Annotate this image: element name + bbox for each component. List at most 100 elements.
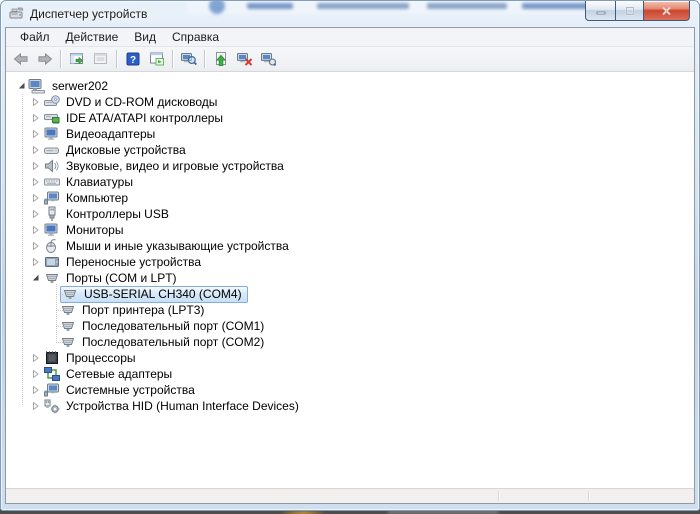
action-pane-icon: [149, 51, 165, 67]
tree-item-label: Последовательный порт (COM2): [82, 335, 265, 349]
expander-collapsed-icon[interactable]: [32, 354, 40, 362]
tree-item-label: Клавиатуры: [66, 175, 133, 189]
action-pane-button[interactable]: [145, 47, 169, 71]
tree-guide-line: [56, 326, 63, 327]
tree-item-label: serwer202: [52, 79, 109, 93]
toolbar-separator: [204, 50, 206, 68]
tree-item-computer[interactable]: Компьютер: [6, 190, 694, 206]
properties-button[interactable]: [177, 47, 201, 71]
expander-collapsed-icon[interactable]: [32, 114, 40, 122]
close-button[interactable]: [644, 1, 690, 21]
expander-collapsed-icon[interactable]: [32, 194, 40, 202]
status-bar-separator: [498, 491, 500, 501]
tree-item-keyboards[interactable]: Клавиатуры: [6, 174, 694, 190]
tree-item-label: USB-SERIAL CH340 (COM4): [84, 287, 242, 301]
update-driver-icon: [213, 51, 229, 67]
expander-collapsed-icon[interactable]: [32, 226, 40, 234]
tree-item-ide-ata-atapi[interactable]: IDE ATA/ATAPI контроллеры: [6, 110, 694, 126]
tree-item-processors[interactable]: Процессоры: [6, 350, 694, 366]
tree-item-label: Мыши и иные указывающие устройства: [66, 239, 289, 253]
ide-controller-icon: [44, 110, 60, 126]
tree-item-label: Порт принтера (LPT3): [82, 303, 205, 317]
selected-item-highlight[interactable]: USB-SERIAL CH340 (COM4): [60, 285, 248, 303]
maximize-button[interactable]: [615, 1, 644, 21]
show-console-tree-button[interactable]: [65, 47, 89, 71]
usb-controller-icon: [44, 206, 60, 222]
console-tree-icon: [69, 51, 85, 67]
help-button[interactable]: [121, 47, 145, 71]
tree-item-monitors[interactable]: Мониторы: [6, 222, 694, 238]
tree-panel: serwer202 DVD и CD-ROM дисководы IDE ATA…: [6, 72, 694, 488]
window-controls: [585, 1, 690, 21]
tree-item-serwer202[interactable]: serwer202: [6, 78, 694, 94]
tree-item-system-devices[interactable]: Системные устройства: [6, 382, 694, 398]
expander-collapsed-icon[interactable]: [32, 98, 40, 106]
update-driver-button[interactable]: [209, 47, 233, 71]
uninstall-device-button[interactable]: [233, 47, 257, 71]
processor-icon: [44, 350, 60, 366]
toolbar-separator: [116, 50, 118, 68]
menu-file[interactable]: Файл: [12, 29, 58, 45]
hid-device-icon: [44, 398, 60, 414]
expander-collapsed-icon[interactable]: [32, 242, 40, 250]
tree-item-network-adapters[interactable]: Сетевые адаптеры: [6, 366, 694, 382]
tree-item-label: DVD и CD-ROM дисководы: [66, 95, 218, 109]
expander-collapsed-icon[interactable]: [32, 130, 40, 138]
tree-item-printer-port-lpt3[interactable]: Порт принтера (LPT3): [6, 302, 694, 318]
expander-expanded-icon[interactable]: [18, 82, 26, 90]
tree-guide-line: [56, 294, 63, 295]
toolbar-separator: [60, 50, 62, 68]
back-button[interactable]: [9, 47, 33, 71]
expander-collapsed-icon[interactable]: [32, 370, 40, 378]
expander-collapsed-icon[interactable]: [32, 258, 40, 266]
expander-collapsed-icon[interactable]: [32, 178, 40, 186]
tree-item-dvd-cdrom[interactable]: DVD и CD-ROM дисководы: [6, 94, 694, 110]
expander-collapsed-icon[interactable]: [32, 386, 40, 394]
tree-item-label: Сетевые адаптеры: [66, 367, 173, 381]
expander-expanded-icon[interactable]: [32, 274, 40, 282]
tree-item-usb-serial-ch340[interactable]: USB-SERIAL CH340 (COM4): [6, 285, 694, 303]
scan-hardware-changes-button[interactable]: [257, 47, 281, 71]
tree-item-hid-devices[interactable]: Устройства HID (Human Interface Devices): [6, 398, 694, 414]
expander-collapsed-icon[interactable]: [32, 210, 40, 218]
tree-item-serial-port-com1[interactable]: Последовательный порт (COM1): [6, 318, 694, 334]
tree-item-label: Звуковые, видео и игровые устройства: [66, 159, 284, 173]
forward-button[interactable]: [33, 47, 57, 71]
tree-item-portable-devices[interactable]: Переносные устройства: [6, 254, 694, 270]
device-manager-window: Диспетчер устройств Файл Действие Вид Сп…: [0, 0, 700, 511]
portable-device-icon: [44, 254, 60, 270]
tree-item-usb-controllers[interactable]: Контроллеры USB: [6, 206, 694, 222]
system-device-icon: [44, 382, 60, 398]
tree-guide-line: [56, 310, 63, 311]
tree-item-label: Компьютер: [66, 191, 129, 205]
tree-item-disk-drives[interactable]: Дисковые устройства: [6, 142, 694, 158]
expander-collapsed-icon[interactable]: [32, 162, 40, 170]
tree-item-video-adapters[interactable]: Видеоадаптеры: [6, 126, 694, 142]
menu-bar: Файл Действие Вид Справка: [6, 28, 694, 47]
menu-action[interactable]: Действие: [58, 29, 127, 45]
toolbar: [6, 47, 694, 72]
scan-hardware-icon: [261, 51, 277, 67]
tree-item-mice[interactable]: Мыши и иные указывающие устройства: [6, 238, 694, 254]
back-arrow-icon: [13, 51, 29, 67]
menu-help[interactable]: Справка: [164, 29, 227, 45]
serial-port-icon: [44, 270, 60, 286]
maximize-icon: [625, 6, 634, 15]
tree-item-label: IDE ATA/ATAPI контроллеры: [66, 111, 224, 125]
audio-device-icon: [44, 158, 60, 174]
computer-icon: [44, 190, 60, 206]
serial-port-icon: [62, 286, 78, 302]
minimize-icon: [596, 11, 605, 15]
minimize-button[interactable]: [585, 1, 615, 21]
tree-item-sound-video-game[interactable]: Звуковые, видео и игровые устройства: [6, 158, 694, 174]
tree-guide-line: [22, 94, 23, 406]
export-list-button[interactable]: [89, 47, 113, 71]
expander-collapsed-icon[interactable]: [32, 402, 40, 410]
tree-guide-line: [56, 342, 63, 343]
tree-item-serial-port-com2[interactable]: Последовательный порт (COM2): [6, 334, 694, 350]
mouse-icon: [44, 238, 60, 254]
tree-item-ports-com-lpt[interactable]: Порты (COM и LPT): [6, 270, 694, 286]
expander-collapsed-icon[interactable]: [32, 146, 40, 154]
disk-drive-icon: [44, 142, 60, 158]
menu-view[interactable]: Вид: [126, 29, 164, 45]
